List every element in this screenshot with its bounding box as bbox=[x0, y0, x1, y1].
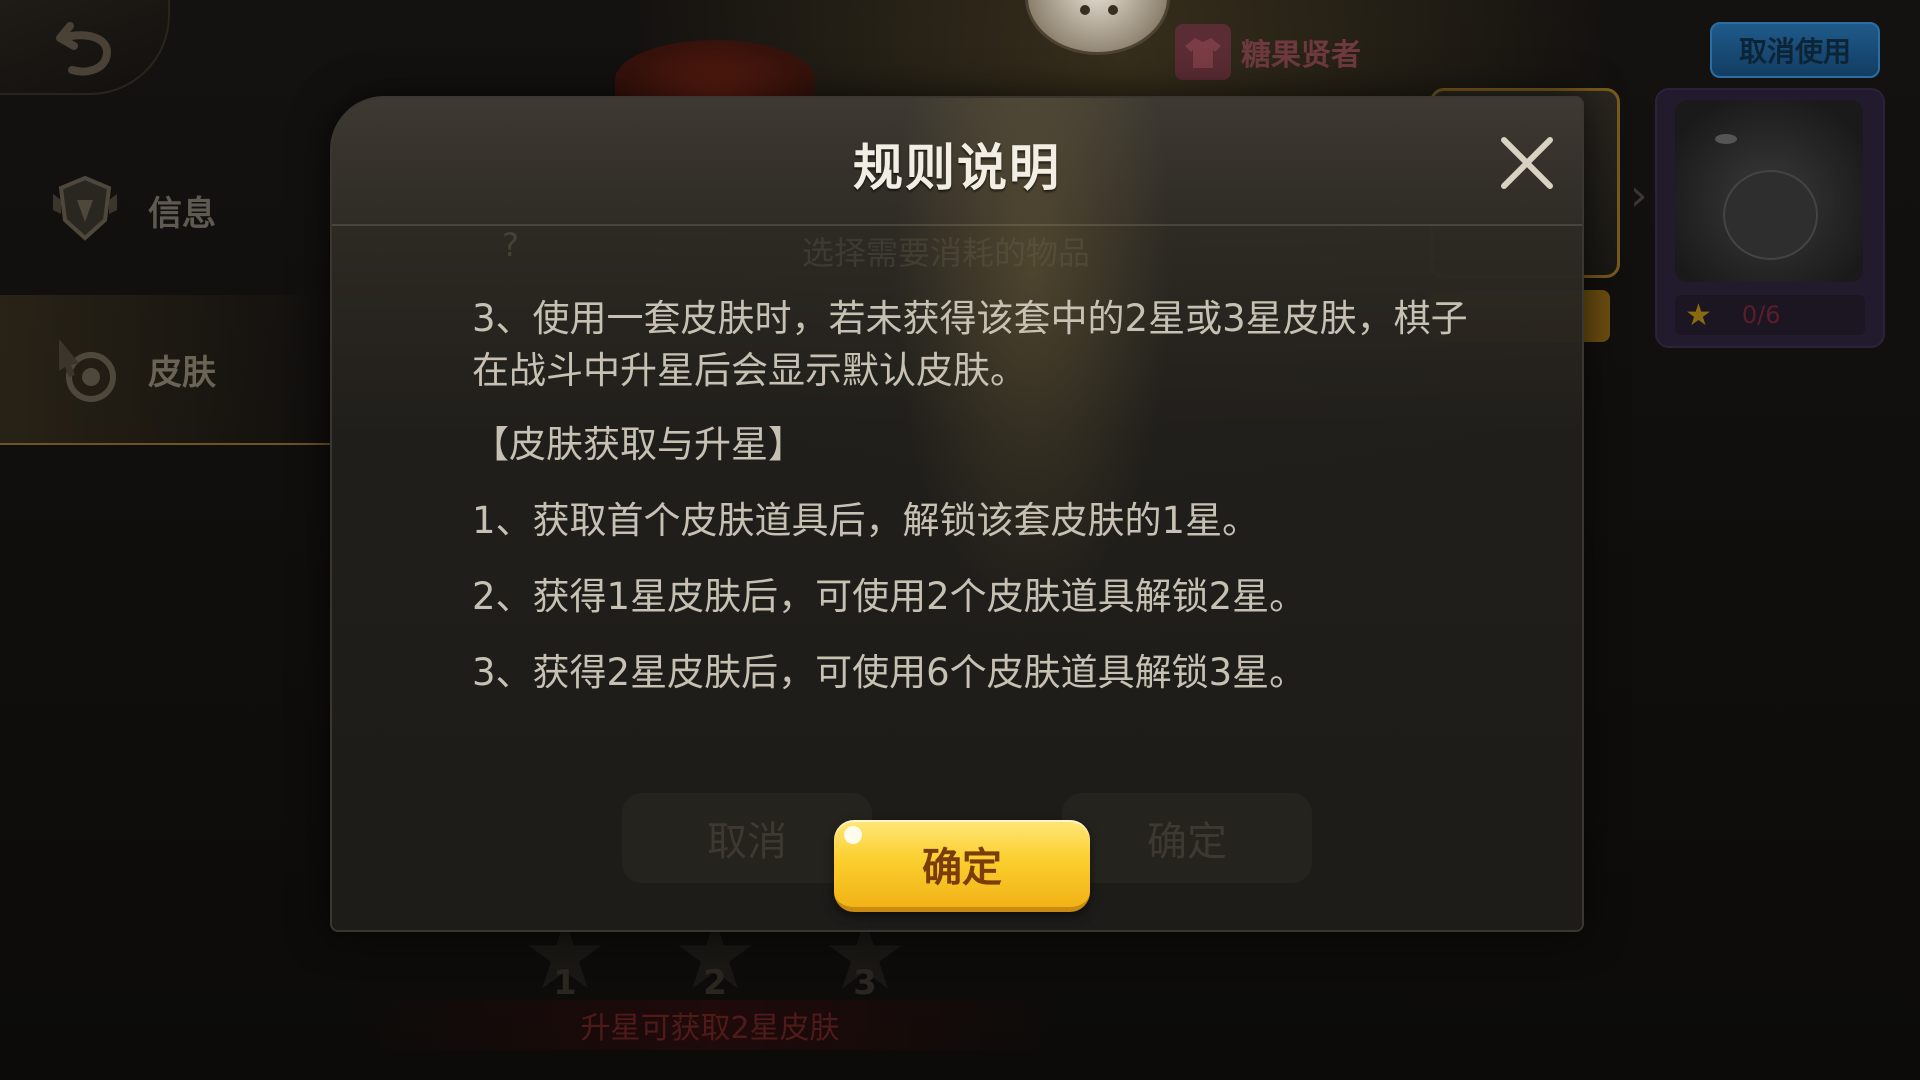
skin-progress-count: 0/6 bbox=[1741, 301, 1781, 329]
rule-section-heading: 【皮肤获取与升星】 bbox=[472, 423, 805, 466]
skin-set-name: 糖果贤者 bbox=[1241, 38, 1361, 73]
avatar bbox=[1025, 0, 1170, 55]
sidebar-item-label: 皮肤 bbox=[148, 352, 216, 393]
skin-portrait bbox=[1675, 100, 1863, 282]
close-icon bbox=[1501, 137, 1553, 189]
dialog-body: 3、使用一套皮肤时，若未获得该套中的2星或3星皮肤，棋子在战斗中升星后会显示默认… bbox=[472, 293, 1472, 723]
chevron-right-icon: › bbox=[1630, 170, 1648, 221]
skin-set-title: 糖果贤者 bbox=[1175, 22, 1361, 82]
game-screen: 信息 皮肤 糖果贤者 取消使用 › ★ 0/6 ★ 1 ★ 2 ★ 3 升星可获… bbox=[0, 0, 1920, 1080]
upgrade-hint-text: 升星可获取2星皮肤 bbox=[580, 1011, 840, 1046]
rule-paragraph: 3、获得2星皮肤后，可使用6个皮肤道具解锁3星。 bbox=[472, 651, 1307, 694]
rule-paragraph: 2、获得1星皮肤后，可使用2个皮肤道具解锁2星。 bbox=[472, 575, 1307, 618]
hint-prefix: ? bbox=[502, 226, 519, 264]
shirt-icon bbox=[1175, 24, 1231, 80]
cancel-use-button[interactable]: 取消使用 bbox=[1710, 22, 1880, 78]
sidebar-item-label: 信息 bbox=[148, 193, 216, 234]
close-button[interactable] bbox=[1492, 128, 1562, 198]
upgrade-hint-bar: 升星可获取2星皮肤 bbox=[360, 1000, 1060, 1050]
back-arrow-icon bbox=[56, 22, 111, 76]
background-confirm-button: 确定 bbox=[1062, 793, 1312, 883]
back-button[interactable] bbox=[0, 0, 170, 95]
hint-text: 选择需要消耗的物品 bbox=[802, 234, 1091, 272]
dialog-title: 规则说明 bbox=[853, 139, 1061, 197]
sidebar: 信息 皮肤 bbox=[0, 95, 330, 445]
shield-emblem-icon bbox=[53, 175, 117, 241]
rule-paragraph: 1、获取首个皮肤道具后，解锁该套皮肤的1星。 bbox=[472, 499, 1260, 542]
sidebar-item-skin[interactable]: 皮肤 bbox=[0, 295, 330, 445]
skin-progress: ★ 0/6 bbox=[1675, 295, 1865, 335]
confirm-button[interactable]: 确定 bbox=[834, 820, 1090, 912]
sidebar-item-info[interactable]: 信息 bbox=[0, 135, 330, 285]
rule-paragraph: 3、使用一套皮肤时，若未获得该套中的2星或3星皮肤，棋子在战斗中升星后会显示默认… bbox=[472, 297, 1468, 392]
skin-card-locked[interactable]: ★ 0/6 bbox=[1655, 88, 1885, 348]
star-icon: ★ bbox=[1685, 297, 1712, 333]
pointer-target-icon bbox=[59, 339, 116, 402]
button-shine bbox=[844, 826, 862, 844]
confirm-button-label: 确定 bbox=[922, 844, 1002, 891]
rules-dialog: ? 选择需要消耗的物品 规则说明 3、使用一套皮肤时，若未获得该套中的2星或3星… bbox=[330, 96, 1584, 932]
